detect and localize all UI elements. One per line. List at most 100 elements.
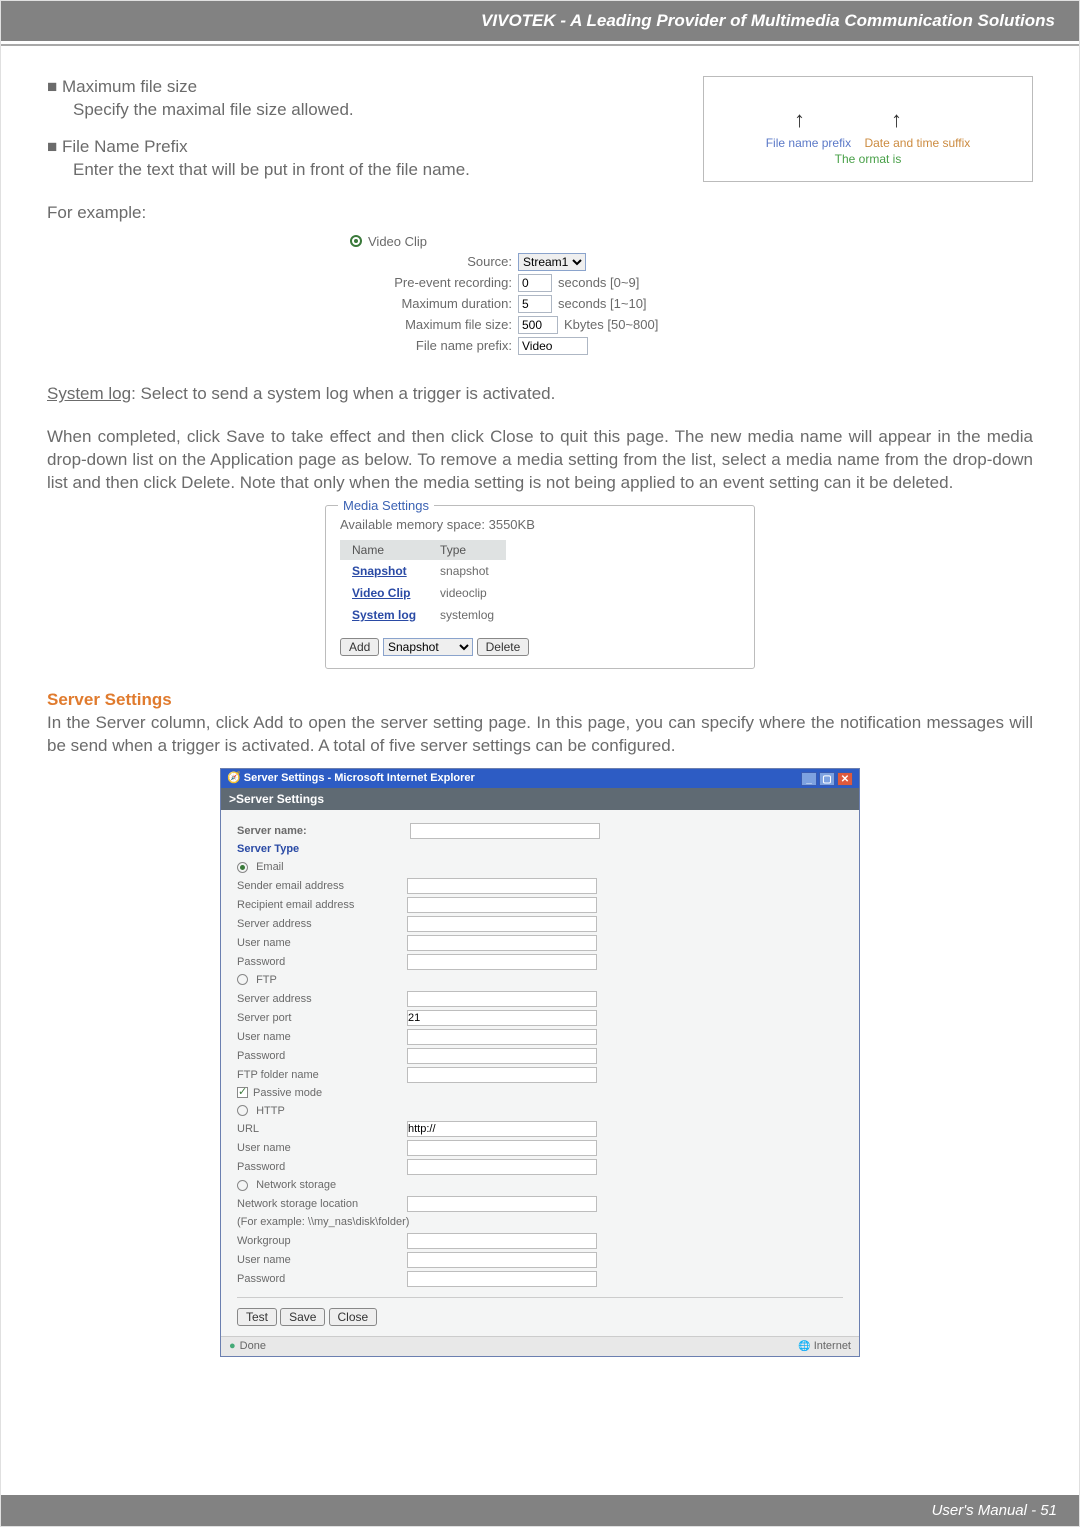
email-recipient-label: Recipient email address <box>237 898 407 913</box>
ns-label: Network storage <box>256 1179 336 1191</box>
media-type-cell: snapshot <box>428 560 506 582</box>
prefix-label: File name prefix: <box>350 337 518 355</box>
http-pass-input[interactable] <box>407 1159 597 1175</box>
delete-button[interactable]: Delete <box>477 638 530 656</box>
file-name-prefix-desc: Enter the text that will be put in front… <box>73 159 685 182</box>
media-link-videoclip[interactable]: Video Clip <box>352 586 410 600</box>
server-name-label: Server name: <box>237 824 407 839</box>
http-user-label: User name <box>237 1141 407 1156</box>
system-log-lead: System log <box>47 384 131 403</box>
minimize-icon[interactable]: _ <box>801 772 817 786</box>
window-titlebar: 🧭 Server Settings - Microsoft Internet E… <box>221 769 859 788</box>
ns-radio[interactable] <box>237 1180 248 1191</box>
media-link-snapshot[interactable]: Snapshot <box>352 564 407 578</box>
done-icon: ● <box>229 1340 236 1352</box>
max-file-size-desc: Specify the maximal file size allowed. <box>73 99 685 122</box>
email-server-label: Server address <box>237 917 407 932</box>
bullet-max-file-size: ■ Maximum file size <box>47 76 685 99</box>
email-sender-input[interactable] <box>407 878 597 894</box>
maxdur-input[interactable] <box>518 295 552 313</box>
passive-checkbox[interactable] <box>237 1087 248 1098</box>
diagram-suffix-label: Date and time suffix <box>864 136 970 150</box>
for-example-label: For example: <box>47 202 1033 225</box>
diagram-format-label: The ormat is <box>730 151 1006 167</box>
system-log-desc: : Select to send a system log when a tri… <box>131 384 555 403</box>
maxsize-label: Maximum file size: <box>350 316 518 334</box>
window-subheader: >Server Settings <box>221 788 859 810</box>
http-user-input[interactable] <box>407 1140 597 1156</box>
table-row: System log systemlog <box>340 604 506 626</box>
email-sender-label: Sender email address <box>237 879 407 894</box>
status-zone: Internet <box>798 1339 851 1354</box>
preevent-hint: seconds [0~9] <box>558 274 639 292</box>
preevent-input[interactable] <box>518 274 552 292</box>
media-settings-box: Media Settings Available memory space: 3… <box>325 505 755 669</box>
maxdur-label: Maximum duration: <box>350 295 518 313</box>
http-url-label: URL <box>237 1122 407 1137</box>
http-radio[interactable] <box>237 1105 248 1116</box>
email-user-label: User name <box>237 936 407 951</box>
ftp-port-label: Server port <box>237 1011 407 1026</box>
ftp-port-input[interactable] <box>407 1010 597 1026</box>
ftp-radio[interactable] <box>237 974 248 985</box>
content-area: ■ Maximum file size Specify the maximal … <box>1 46 1079 1417</box>
media-type-cell: videoclip <box>428 582 506 604</box>
ns-user-input[interactable] <box>407 1252 597 1268</box>
col-name: Name <box>340 540 428 560</box>
add-button[interactable]: Add <box>340 638 379 656</box>
ns-pass-label: Password <box>237 1272 407 1287</box>
ftp-user-label: User name <box>237 1030 407 1045</box>
ftp-folder-label: FTP folder name <box>237 1068 407 1083</box>
save-button[interactable]: Save <box>280 1308 325 1326</box>
video-clip-title: Video Clip <box>368 233 427 251</box>
server-settings-heading: Server Settings <box>47 689 1033 712</box>
media-table: Name Type Snapshot snapshot Video Clip v… <box>340 540 506 627</box>
email-radio[interactable] <box>237 862 248 873</box>
video-clip-radio[interactable] <box>350 235 362 247</box>
arrows-icon: ↑ ↑ <box>730 105 1006 135</box>
source-select[interactable]: Stream1 <box>518 253 586 271</box>
status-bar: ● Done Internet <box>221 1336 859 1356</box>
preevent-label: Pre-event recording: <box>350 274 518 292</box>
ftp-pass-label: Password <box>237 1049 407 1064</box>
email-label: Email <box>256 861 284 873</box>
filename-diagram: ↑ ↑ File name prefix Date and time suffi… <box>703 76 1033 182</box>
media-dropdown[interactable]: Snapshot <box>383 638 473 656</box>
ftp-server-label: Server address <box>237 992 407 1007</box>
bullet-file-name-prefix: ■ File Name Prefix <box>47 136 685 159</box>
ns-loc-input[interactable] <box>407 1196 597 1212</box>
ns-user-label: User name <box>237 1253 407 1268</box>
media-type-cell: systemlog <box>428 604 506 626</box>
server-settings-para: In the Server column, click Add to open … <box>47 712 1033 758</box>
ftp-folder-input[interactable] <box>407 1067 597 1083</box>
server-name-input[interactable] <box>410 823 600 839</box>
ftp-server-input[interactable] <box>407 991 597 1007</box>
ns-workgroup-label: Workgroup <box>237 1234 407 1249</box>
email-recipient-input[interactable] <box>407 897 597 913</box>
server-type-label: Server Type <box>237 842 843 857</box>
ns-workgroup-input[interactable] <box>407 1233 597 1249</box>
ns-pass-input[interactable] <box>407 1271 597 1287</box>
email-pass-input[interactable] <box>407 954 597 970</box>
close-button[interactable]: Close <box>329 1308 378 1326</box>
maxsize-input[interactable] <box>518 316 558 334</box>
header-title: VIVOTEK - A Leading Provider of Multimed… <box>481 11 1055 30</box>
maxsize-hint: Kbytes [50~800] <box>564 316 658 334</box>
ftp-label: FTP <box>256 974 277 986</box>
ie-icon: 🧭 <box>227 772 244 784</box>
video-clip-form: Video Clip Source: Stream1 Pre-event rec… <box>350 233 730 356</box>
http-url-input[interactable] <box>407 1121 597 1137</box>
maximize-icon[interactable]: ▢ <box>819 772 835 786</box>
ftp-pass-input[interactable] <box>407 1048 597 1064</box>
media-link-systemlog[interactable]: System log <box>352 608 416 622</box>
prefix-input[interactable] <box>518 337 588 355</box>
email-user-input[interactable] <box>407 935 597 951</box>
table-row: Video Clip videoclip <box>340 582 506 604</box>
test-button[interactable]: Test <box>237 1308 277 1326</box>
status-done: Done <box>240 1340 266 1352</box>
ftp-user-input[interactable] <box>407 1029 597 1045</box>
email-server-input[interactable] <box>407 916 597 932</box>
close-icon[interactable]: ✕ <box>837 772 853 786</box>
http-pass-label: Password <box>237 1160 407 1175</box>
media-settings-legend: Media Settings <box>338 497 434 515</box>
